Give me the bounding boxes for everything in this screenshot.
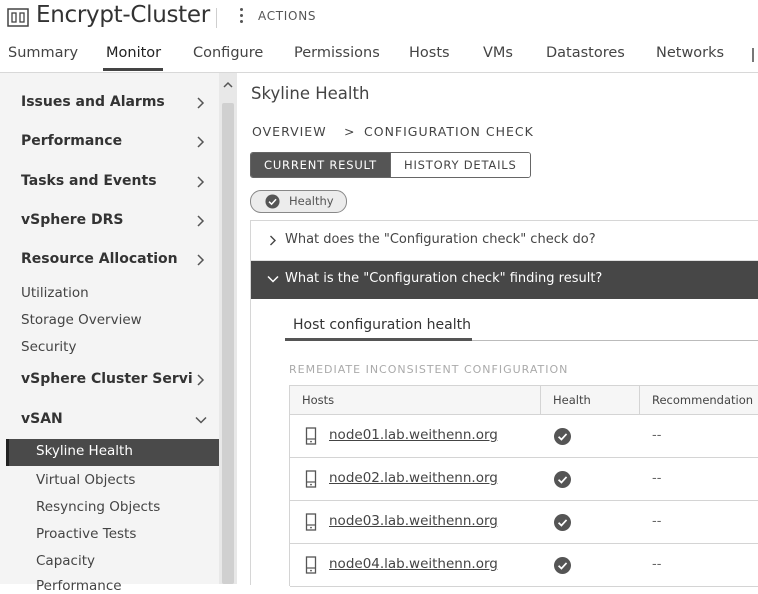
column-header-hosts[interactable]: Hosts xyxy=(302,393,334,407)
scrollbar-thumb[interactable] xyxy=(222,103,234,584)
header-divider xyxy=(216,8,217,28)
accordion-what-does-check-do[interactable]: What does the "Configuration check" chec… xyxy=(251,221,758,261)
column-resize-handle[interactable] xyxy=(540,386,541,414)
host-link[interactable]: node01.lab.weithenn.org xyxy=(329,427,498,443)
page-header-title: Encrypt-Cluster xyxy=(36,2,210,28)
chevron-right-icon[interactable] xyxy=(196,374,205,386)
check-circle-icon xyxy=(554,514,571,531)
recommendation-value: -- xyxy=(652,557,662,572)
hosts-table: Hosts Health Recommendation node01.lab.w… xyxy=(289,385,758,587)
object-tabs: Summary Monitor Configure Permissions Ho… xyxy=(0,40,758,73)
chevron-down-icon[interactable] xyxy=(195,414,207,426)
accordion-label: What is the "Configuration check" findin… xyxy=(285,271,603,286)
sidebar-item-issues-and-alarms[interactable]: Issues and Alarms xyxy=(21,94,165,110)
host-icon xyxy=(305,556,317,574)
column-header-recommendation[interactable]: Recommendation xyxy=(652,393,753,407)
tab-datastores[interactable]: Datastores xyxy=(546,45,625,61)
sidebar-item-resource-allocation[interactable]: Resource Allocation xyxy=(21,251,178,267)
tab-vms[interactable]: VMs xyxy=(483,45,513,61)
host-icon xyxy=(305,427,317,445)
history-details-button[interactable]: HISTORY DETAILS xyxy=(390,153,530,177)
check-circle-icon xyxy=(554,471,571,488)
sidebar-item-vsphere-drs[interactable]: vSphere DRS xyxy=(21,212,123,228)
chevron-right-icon[interactable] xyxy=(196,215,205,227)
tab-monitor[interactable]: Monitor xyxy=(106,45,161,61)
breadcrumb-current: CONFIGURATION CHECK xyxy=(364,124,534,139)
page-title: Skyline Health xyxy=(251,84,370,103)
sidebar-item-utilization[interactable]: Utilization xyxy=(21,285,89,301)
host-link[interactable]: node03.lab.weithenn.org xyxy=(329,513,498,529)
sidebar-item-security[interactable]: Security xyxy=(21,339,76,355)
actions-menu[interactable]: ACTIONS xyxy=(258,9,316,23)
tab-hosts[interactable]: Hosts xyxy=(409,45,450,61)
sidebar-item-vsphere-cluster-services[interactable]: vSphere Cluster Services xyxy=(21,371,193,387)
sidebar-item-performance[interactable]: Performance xyxy=(21,133,122,149)
column-header-health[interactable]: Health xyxy=(553,393,591,407)
tab-permissions[interactable]: Permissions xyxy=(294,45,380,61)
chevron-right-icon[interactable] xyxy=(196,136,205,148)
sidebar-item-capacity[interactable]: Capacity xyxy=(36,553,95,569)
status-badge: Healthy xyxy=(250,190,347,213)
table-header: Hosts Health Recommendation xyxy=(290,386,758,415)
sidebar-item-label: Skyline Health xyxy=(36,443,133,459)
sidebar-nav: Issues and Alarms Performance Tasks and … xyxy=(0,73,219,594)
tab-networks[interactable]: Networks xyxy=(656,45,724,61)
sidebar-item-storage-overview[interactable]: Storage Overview xyxy=(21,312,142,328)
recommendation-value: -- xyxy=(652,471,662,486)
sidebar-scrollbar[interactable] xyxy=(219,73,237,584)
check-circle-icon xyxy=(554,428,571,445)
sidebar-item-resyncing-objects[interactable]: Resyncing Objects xyxy=(36,499,160,515)
breadcrumb-overview[interactable]: OVERVIEW xyxy=(252,124,327,139)
column-resize-handle[interactable] xyxy=(639,386,640,414)
result-view-toggle: CURRENT RESULT HISTORY DETAILS xyxy=(250,152,531,178)
table-row: node02.lab.weithenn.org -- xyxy=(290,458,758,501)
active-subtab-indicator xyxy=(285,338,472,341)
accordion-finding-result[interactable]: What is the "Configuration check" findin… xyxy=(251,261,758,299)
active-tab-indicator xyxy=(103,68,163,71)
selected-indicator xyxy=(6,439,9,466)
cluster-icon xyxy=(7,8,29,27)
accordion-label: What does the "Configuration check" chec… xyxy=(285,232,596,247)
chevron-right-icon[interactable] xyxy=(196,97,205,109)
host-link[interactable]: node02.lab.weithenn.org xyxy=(329,470,498,486)
chevron-right-icon xyxy=(270,235,276,246)
table-row: node04.lab.weithenn.org -- xyxy=(290,544,758,587)
tab-host-configuration-health[interactable]: Host configuration health xyxy=(293,317,471,333)
chevron-right-icon[interactable] xyxy=(196,176,205,188)
host-icon xyxy=(305,513,317,531)
sidebar-item-proactive-tests[interactable]: Proactive Tests xyxy=(36,526,136,542)
recommendation-value: -- xyxy=(652,514,662,529)
sidebar-item-vsan[interactable]: vSAN xyxy=(21,411,63,427)
tab-configure[interactable]: Configure xyxy=(193,45,263,61)
sidebar-item-performance-vsan[interactable]: Performance xyxy=(36,578,122,594)
tab-overflow[interactable] xyxy=(752,48,754,62)
table-row: node03.lab.weithenn.org -- xyxy=(290,501,758,544)
check-details-card: What does the "Configuration check" chec… xyxy=(250,220,758,587)
tab-summary[interactable]: Summary xyxy=(8,45,78,61)
recommendation-value: -- xyxy=(652,428,662,443)
host-icon xyxy=(305,470,317,488)
chevron-right-icon[interactable] xyxy=(196,254,205,266)
host-link[interactable]: node04.lab.weithenn.org xyxy=(329,556,498,572)
kebab-icon[interactable] xyxy=(238,6,244,28)
check-circle-icon xyxy=(265,194,280,209)
check-circle-icon xyxy=(554,557,571,574)
sidebar-item-skyline-health[interactable]: Skyline Health xyxy=(6,439,219,466)
chevron-down-icon xyxy=(267,275,279,283)
section-label: REMEDIATE INCONSISTENT CONFIGURATION xyxy=(289,363,569,376)
table-row: node01.lab.weithenn.org -- xyxy=(290,415,758,458)
scroll-up-icon[interactable] xyxy=(223,81,233,89)
current-result-button[interactable]: CURRENT RESULT xyxy=(251,153,390,177)
sidebar-item-tasks-and-events[interactable]: Tasks and Events xyxy=(21,173,157,189)
breadcrumb-separator: > xyxy=(344,124,356,139)
status-badge-label: Healthy xyxy=(289,194,334,208)
sidebar-item-virtual-objects[interactable]: Virtual Objects xyxy=(36,472,135,488)
